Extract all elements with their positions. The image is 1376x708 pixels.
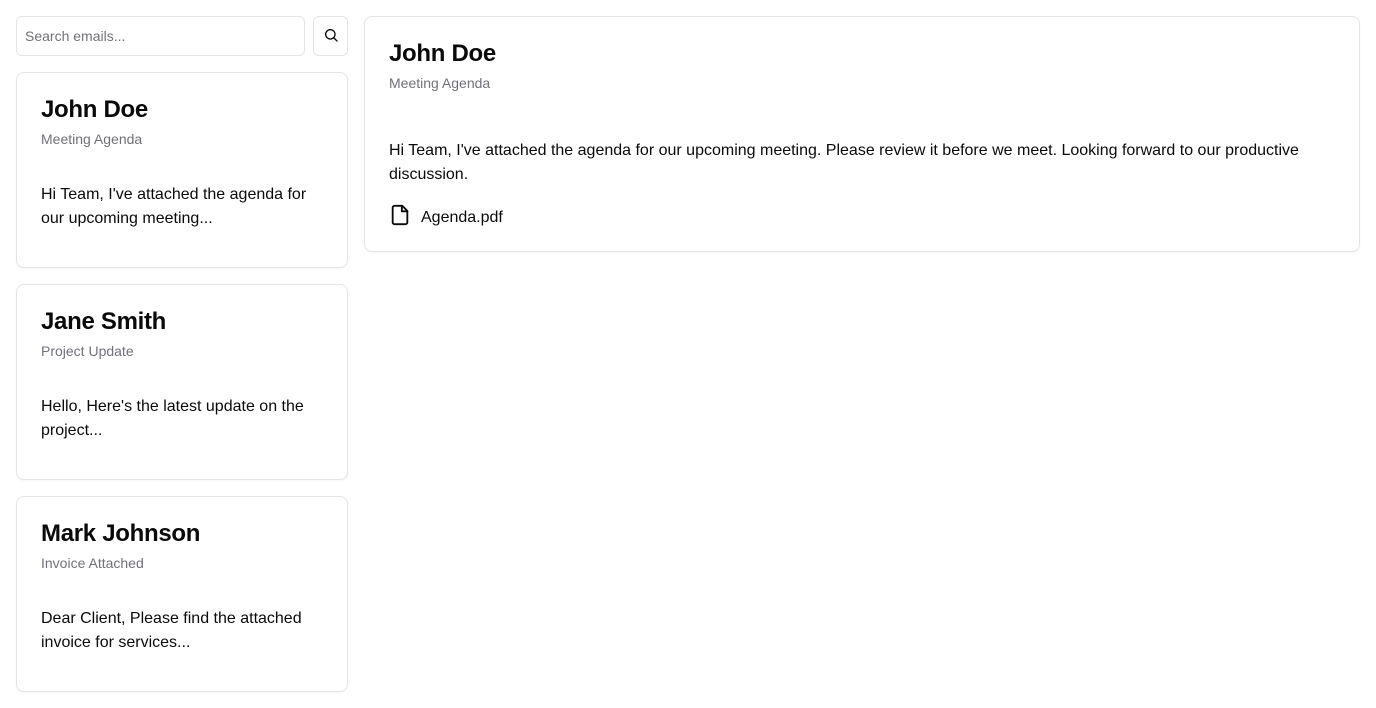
email-subject: Meeting Agenda bbox=[41, 131, 143, 147]
detail-sender: John Doe bbox=[389, 40, 496, 67]
email-subject: Invoice Attached bbox=[41, 555, 144, 571]
email-preview: Hello, Here's the latest update on the p… bbox=[41, 398, 304, 439]
email-preview: Hi Team, I've attached the agenda for ou… bbox=[41, 186, 307, 227]
email-sender: Mark Johnson bbox=[41, 520, 201, 547]
email-card-john-doe[interactable]: John Doe Meeting Agenda Hi Team, I've at… bbox=[16, 72, 348, 268]
email-app: John Doe Meeting Agenda Hi Team, I've at… bbox=[0, 0, 1376, 708]
email-sender: John Doe bbox=[41, 96, 148, 123]
email-sidebar: John Doe Meeting Agenda Hi Team, I've at… bbox=[16, 16, 348, 708]
search-button[interactable] bbox=[313, 16, 348, 56]
email-list: John Doe Meeting Agenda Hi Team, I've at… bbox=[16, 72, 348, 692]
email-card-jane-smith[interactable]: Jane Smith Project Update Hello, Here's … bbox=[16, 284, 348, 480]
search-bar bbox=[16, 16, 348, 56]
search-input[interactable] bbox=[16, 16, 305, 56]
email-preview: Dear Client, Please find the attached in… bbox=[41, 610, 302, 651]
detail-body: Hi Team, I've attached the agenda for ou… bbox=[389, 142, 1299, 183]
attachment-name: Agenda.pdf bbox=[421, 208, 503, 226]
search-icon bbox=[323, 27, 339, 46]
detail-subject: Meeting Agenda bbox=[389, 75, 491, 91]
file-icon bbox=[389, 203, 411, 232]
email-detail-panel: John Doe Meeting Agenda Hi Team, I've at… bbox=[364, 16, 1360, 252]
email-subject: Project Update bbox=[41, 343, 134, 359]
email-card-mark-johnson[interactable]: Mark Johnson Invoice Attached Dear Clien… bbox=[16, 496, 348, 692]
attachment-link[interactable]: Agenda.pdf bbox=[389, 203, 503, 232]
email-sender: Jane Smith bbox=[41, 308, 167, 335]
